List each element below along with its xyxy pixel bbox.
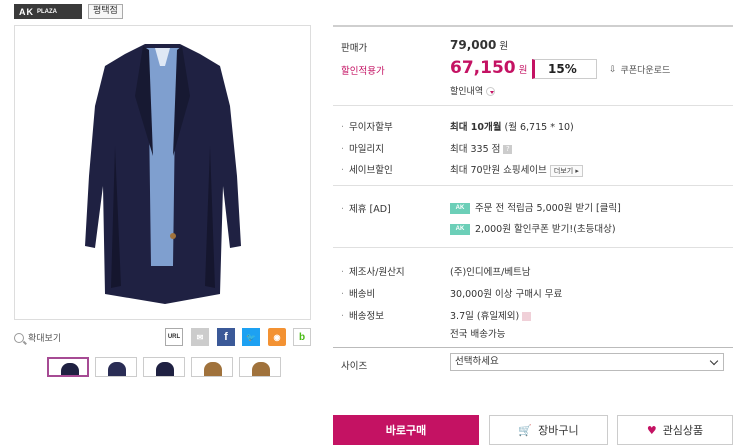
mileage-value: 최대 335 점? — [450, 141, 513, 155]
thumbnail-4[interactable] — [191, 357, 233, 377]
partner-section: 제휴 [AD] AK주문 전 적립금 5,000원 받기 [클릭] AK2,00… — [333, 185, 733, 247]
help-icon[interactable]: ? — [503, 145, 513, 154]
partner-label: 제휴 [AD] — [341, 201, 391, 215]
dropdown-arrow-icon — [486, 87, 495, 96]
mileage-label: 마일리지 — [341, 141, 384, 155]
coat-illustration — [85, 44, 241, 304]
ak-badge-icon: AK — [450, 203, 470, 214]
chevron-down-icon — [709, 356, 719, 366]
coupon-download-label: 쿠폰다운로드 — [620, 66, 671, 76]
size-label: 사이즈 — [341, 361, 368, 372]
wishlist-button[interactable]: ♥ 관심상품 — [617, 415, 733, 445]
installment-value: 최대 10개월 (월 6,715 * 10) — [450, 122, 574, 133]
sale-price-label: 할인적용가 — [341, 66, 385, 77]
brand-name: AK — [19, 6, 34, 17]
calendar-icon[interactable] — [522, 312, 532, 321]
discount-rate-badge: 15% — [532, 59, 597, 79]
shipping-info-section: 제조사/원산지 (주)인디에프/베트남 배송비 30,000원 이상 구매시 무… — [333, 247, 733, 347]
discount-details-toggle[interactable]: 할인내역 — [450, 84, 495, 97]
shipping-area: 전국 배송가능 — [450, 329, 506, 340]
thumbnail-3[interactable] — [143, 357, 185, 377]
price-section: 판매가 79,000 원 할인적용가 67,150 원 15% ⇩ 쿠폰다운로드… — [333, 25, 733, 105]
partner-offer-2[interactable]: AK 2,000원 할인쿠폰 받기!(초등대상) — [450, 221, 616, 235]
url-share-icon[interactable]: URL — [165, 328, 183, 346]
thumbnail-2[interactable] — [95, 357, 137, 377]
save-discount-value: 최대 70만원 쇼핑세이브 더보기 ▸ — [450, 162, 583, 177]
size-select-value: 선택하세요 — [455, 356, 499, 367]
store-badge: 평택점 — [88, 4, 123, 19]
download-icon: ⇩ — [609, 64, 617, 75]
shipping-fee-label: 배송비 — [341, 286, 375, 300]
product-info-panel: 판매가 79,000 원 할인적용가 67,150 원 15% ⇩ 쿠폰다운로드… — [333, 25, 733, 372]
zoom-button[interactable]: 확대보기 — [14, 331, 61, 344]
partner-offer-1[interactable]: AK 주문 전 적립금 5,000원 받기 [클릭] — [450, 200, 621, 214]
cart-icon: 🛒 — [518, 423, 533, 437]
brand-logo[interactable]: AK PLAZA — [14, 4, 82, 19]
thumbnail-1[interactable] — [47, 357, 89, 377]
save-discount-label: 세이브할인 — [341, 162, 393, 176]
ak-badge-icon: AK — [450, 224, 470, 235]
thumbnail-5[interactable] — [239, 357, 281, 377]
sale-price: 67,150 원 — [450, 58, 528, 78]
list-price-label: 판매가 — [341, 43, 368, 54]
discount-details-label: 할인내역 — [450, 87, 484, 97]
list-price: 79,000 원 — [450, 38, 509, 52]
brand-sub: PLAZA — [37, 8, 57, 15]
more-button[interactable]: 더보기 ▸ — [549, 164, 583, 177]
product-image[interactable] — [14, 25, 311, 320]
kakaostory-share-icon[interactable]: ◉ — [268, 328, 286, 346]
magnifier-icon — [14, 332, 24, 343]
add-to-cart-button[interactable]: 🛒 장바구니 — [489, 415, 608, 445]
benefits-section: 무이자할부 최대 10개월 (월 6,715 * 10) 마일리지 최대 335… — [333, 105, 733, 185]
mail-share-icon[interactable]: ✉ — [191, 328, 209, 346]
shipping-info-label: 배송정보 — [341, 308, 384, 322]
band-share-icon[interactable]: b — [293, 328, 311, 346]
shipping-fee-value: 30,000원 이상 구매시 무료 — [450, 289, 563, 300]
zoom-label: 확대보기 — [28, 334, 62, 344]
installment-label: 무이자할부 — [341, 119, 393, 133]
maker-value: (주)인디에프/베트남 — [450, 267, 531, 278]
buy-now-button[interactable]: 바로구매 — [333, 415, 479, 445]
size-select[interactable]: 선택하세요 — [450, 353, 724, 371]
facebook-share-icon[interactable]: f — [217, 328, 235, 346]
coupon-download-button[interactable]: ⇩ 쿠폰다운로드 — [609, 63, 671, 77]
size-option-row: 사이즈 선택하세요 — [333, 347, 733, 375]
thumbnail-strip — [47, 357, 281, 377]
maker-label: 제조사/원산지 — [341, 264, 405, 278]
heart-icon: ♥ — [646, 423, 657, 437]
twitter-share-icon[interactable]: 🐦 — [242, 328, 260, 346]
shipping-info-value: 3.7일 (휴일제외) — [450, 308, 532, 322]
